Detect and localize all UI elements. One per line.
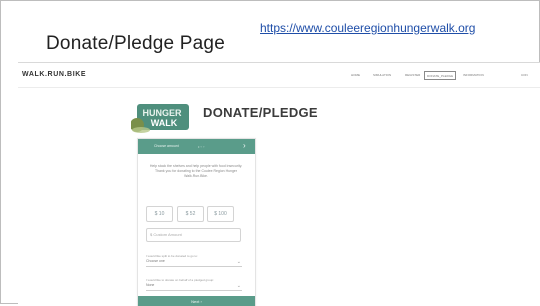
- step-label: Choose amount: [154, 144, 179, 148]
- website-screenshot: WALK.RUN.BIKE HOME SIMULATION REGISTER D…: [18, 62, 540, 306]
- amount-button-100[interactable]: $ 100: [207, 206, 234, 222]
- step-indicator: • ◦ ◦: [198, 144, 205, 149]
- form-intro-text: Help stock the shelves and help people w…: [149, 164, 243, 178]
- svg-text:HUNGER: HUNGER: [142, 108, 182, 118]
- group-select-value: None: [146, 283, 155, 287]
- presentation-slide: Donate/Pledge Page https://www.couleereg…: [0, 0, 540, 306]
- next-button[interactable]: Next ›: [138, 296, 255, 306]
- page-heading: DONATE/PLEDGE: [203, 105, 318, 120]
- custom-amount-input[interactable]: $ Custom Amount: [146, 228, 241, 242]
- svg-text:WALK: WALK: [151, 118, 178, 128]
- slide-title: Donate/Pledge Page: [46, 33, 225, 54]
- chevron-down-icon: ⌄: [236, 259, 241, 265]
- split-question: I would like split to be donated to go t…: [146, 254, 198, 258]
- nav-donate-pledge[interactable]: DONATE_PLEDGE: [424, 71, 457, 80]
- site-brand[interactable]: WALK.RUN.BIKE: [22, 71, 86, 78]
- split-select-value: Choose one: [146, 259, 165, 263]
- amount-button-52[interactable]: $ 52: [177, 206, 204, 222]
- nav-simulation[interactable]: SIMULATION: [373, 63, 391, 87]
- hunger-walk-logo: HUNGER WALK: [131, 104, 189, 133]
- chevron-down-icon: ⌄: [236, 283, 241, 289]
- group-question: I would like to donate on behalf of a pl…: [146, 278, 215, 282]
- amount-button-10[interactable]: $ 10: [146, 206, 173, 222]
- donation-form: Choose amount • ◦ ◦ › Help stock the she…: [137, 138, 256, 306]
- nav-home[interactable]: HOME: [351, 63, 360, 87]
- split-select[interactable]: Choose one ⌄: [146, 259, 242, 267]
- form-step-header: Choose amount • ◦ ◦ ›: [138, 139, 255, 154]
- nav-information[interactable]: INFORMATION: [463, 63, 484, 87]
- site-header: WALK.RUN.BIKE HOME SIMULATION REGISTER D…: [18, 63, 540, 88]
- group-select[interactable]: None ⌄: [146, 283, 242, 291]
- next-step-arrow-icon[interactable]: ›: [243, 141, 246, 150]
- nav-contact[interactable]: CON: [521, 63, 528, 87]
- nav-register[interactable]: REGISTER: [405, 63, 420, 87]
- website-link[interactable]: https://www.couleeregionhungerwalk.org: [260, 21, 475, 35]
